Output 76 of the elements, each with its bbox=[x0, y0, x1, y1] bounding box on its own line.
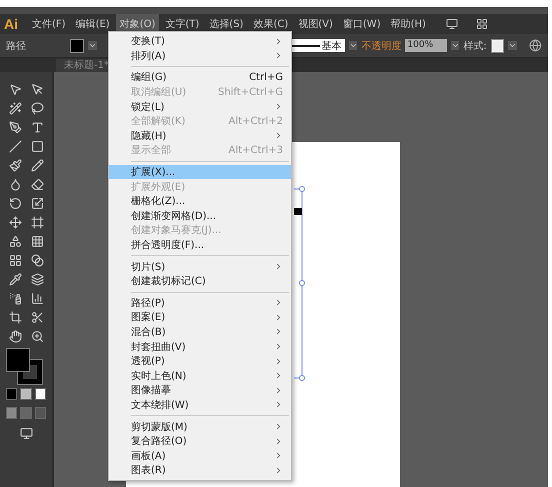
pen-icon[interactable] bbox=[8, 121, 22, 134]
menu-title[interactable]: 选择(S) bbox=[205, 14, 248, 34]
symbol-sprayer-icon[interactable] bbox=[8, 292, 22, 305]
menu-item[interactable]: 编组(G) Ctrl+G bbox=[109, 70, 291, 85]
dropdown-icon[interactable] bbox=[508, 41, 518, 50]
screen-mode-icon[interactable] bbox=[20, 427, 32, 440]
menu-item[interactable]: 画板(A) bbox=[109, 448, 291, 464]
menu-item[interactable]: 锁定(L) bbox=[109, 99, 291, 114]
rectangle-icon[interactable] bbox=[30, 140, 44, 153]
menu-item[interactable]: 实时上色(N) bbox=[109, 368, 291, 384]
rotate-icon[interactable] bbox=[8, 197, 22, 210]
eyedropper-icon[interactable] bbox=[8, 273, 22, 286]
menu-item[interactable]: 透视(P) bbox=[109, 354, 291, 368]
shape-builder-icon[interactable] bbox=[8, 235, 22, 248]
perspective-grid-icon[interactable] bbox=[30, 235, 44, 248]
menu-item[interactable]: 封套扭曲(V) bbox=[109, 339, 291, 354]
shortcut-label: Ctrl+G bbox=[249, 72, 283, 83]
menu-item[interactable]: 扩展(X)... bbox=[109, 164, 291, 180]
fill-color-swatch[interactable] bbox=[6, 348, 30, 372]
menu-item[interactable]: 复合路径(O) bbox=[109, 434, 291, 448]
draw-behind-swatch[interactable] bbox=[20, 406, 32, 418]
color-mode-swatch[interactable] bbox=[6, 388, 18, 400]
draw-mode-swatch[interactable] bbox=[6, 406, 18, 418]
opacity-label[interactable]: 不透明度 bbox=[361, 38, 402, 52]
menu-item[interactable]: 剪切蒙版(M) bbox=[109, 419, 291, 434]
graph-icon[interactable] bbox=[30, 292, 44, 305]
type-icon[interactable] bbox=[30, 121, 44, 134]
selection-arrow-icon[interactable] bbox=[8, 83, 22, 96]
globe-icon[interactable] bbox=[529, 39, 542, 52]
menu-item[interactable]: 路径(P) bbox=[109, 296, 291, 310]
app-logo: Ai bbox=[4, 16, 18, 32]
scale-icon[interactable] bbox=[30, 197, 44, 210]
style-label: 样式: bbox=[463, 40, 487, 52]
menu-title[interactable]: 帮助(H) bbox=[386, 14, 430, 34]
style-swatch[interactable] bbox=[490, 38, 504, 52]
dropdown-icon[interactable] bbox=[450, 41, 460, 50]
stroke-color-swatch[interactable] bbox=[18, 360, 42, 384]
menu-title[interactable]: 视图(V) bbox=[294, 14, 337, 34]
none-mode-swatch[interactable] bbox=[34, 388, 46, 400]
direct-selection-icon[interactable] bbox=[30, 83, 44, 96]
menu-item[interactable]: 隐藏(H) bbox=[109, 128, 291, 144]
menu-item[interactable]: 创建裁切标记(C) bbox=[109, 274, 291, 288]
magic-wand-icon[interactable] bbox=[8, 102, 22, 115]
line-segment-icon[interactable] bbox=[8, 140, 22, 153]
workspace-icon[interactable] bbox=[476, 18, 488, 30]
fill-swatch[interactable] bbox=[70, 38, 84, 52]
menu-item[interactable]: 栅格化(Z)... bbox=[109, 194, 291, 209]
menu-item[interactable]: 文本绕排(W) bbox=[109, 398, 291, 412]
menu-title[interactable]: 文件(F) bbox=[28, 14, 70, 34]
shortcut-label: Shift+Ctrl+G bbox=[218, 86, 283, 98]
menu-title[interactable]: 编辑(E) bbox=[72, 14, 114, 34]
dropdown-icon[interactable] bbox=[348, 41, 358, 50]
menu-item[interactable]: 图案(E) bbox=[109, 310, 291, 325]
paintbrush-icon[interactable] bbox=[8, 159, 22, 172]
gradient-mode-swatch[interactable] bbox=[20, 388, 32, 400]
selection-type-label: 路径 bbox=[6, 40, 27, 52]
opacity-field[interactable]: 100% bbox=[405, 39, 447, 52]
menu-item[interactable]: 创建渐变网格(D)... bbox=[109, 208, 291, 224]
menu-title[interactable]: 效果(C) bbox=[249, 14, 292, 34]
shortcut-label: Alt+Ctrl+3 bbox=[228, 144, 283, 156]
slice-icon[interactable] bbox=[30, 311, 44, 324]
shortcut-label: Alt+Ctrl+2 bbox=[228, 116, 283, 127]
draw-inside-swatch[interactable] bbox=[34, 406, 46, 418]
menu-item[interactable]: 图像描摹 bbox=[109, 383, 291, 398]
pencil-icon[interactable] bbox=[30, 159, 44, 172]
eraser-icon[interactable] bbox=[30, 178, 44, 191]
menu-item[interactable]: 切片(S) bbox=[109, 259, 291, 274]
menu-item[interactable]: 拼合透明度(F)... bbox=[109, 238, 291, 252]
hand-icon[interactable] bbox=[8, 330, 22, 343]
menu-title[interactable]: 窗口(W) bbox=[338, 14, 385, 34]
zoom-icon[interactable] bbox=[30, 330, 44, 343]
dropdown-icon[interactable] bbox=[88, 41, 97, 50]
menu-item[interactable]: 图表(R) bbox=[109, 463, 291, 478]
menu-title[interactable]: 文字(T) bbox=[161, 14, 204, 34]
menu-item[interactable]: 混合(B) bbox=[109, 324, 291, 340]
lasso-icon[interactable] bbox=[30, 102, 44, 115]
